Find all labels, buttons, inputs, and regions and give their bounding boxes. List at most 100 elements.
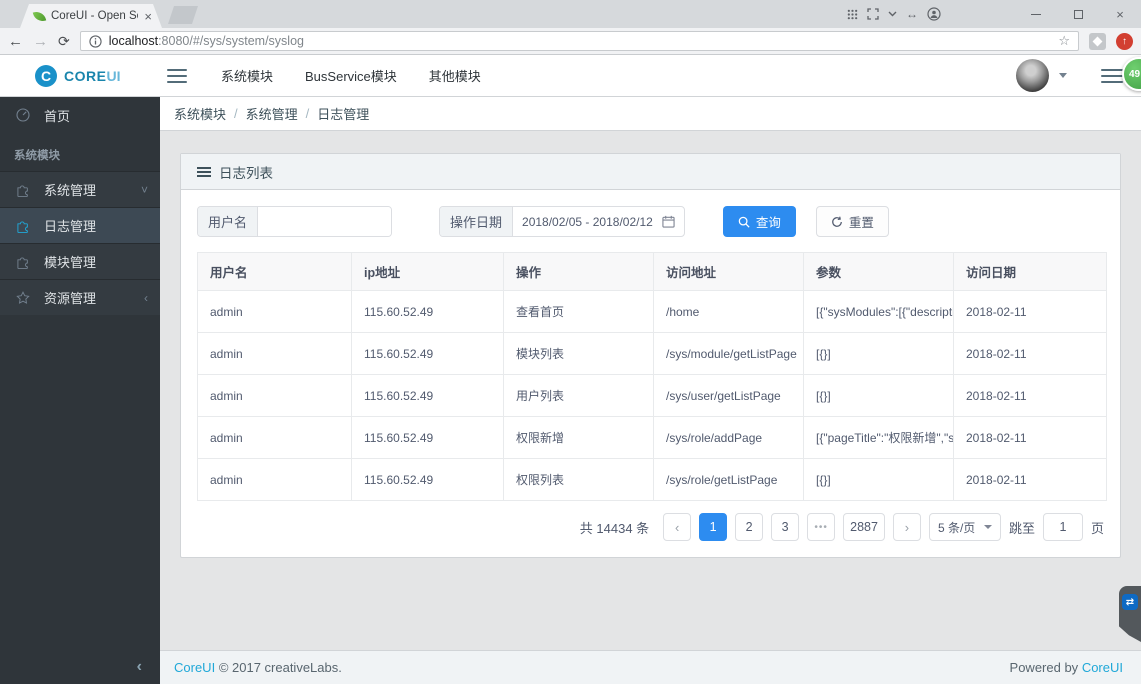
window-minimize-button[interactable] xyxy=(1015,0,1057,28)
chevron-down-icon[interactable] xyxy=(888,11,897,17)
profile-icon[interactable] xyxy=(927,7,941,21)
pagination-prev-button[interactable]: ‹ xyxy=(663,513,692,541)
cell-username: admin xyxy=(197,332,352,375)
chevron-left-icon: ‹ xyxy=(144,290,148,305)
top-nav-item[interactable]: 其他模块 xyxy=(413,66,497,85)
app-footer: CoreUI © 2017 creativeLabs. Powered by C… xyxy=(160,650,1141,684)
breadcrumb-item[interactable]: 系统管理 xyxy=(246,104,298,123)
cell-date: 2018-02-11 xyxy=(953,290,1107,333)
new-tab-button[interactable] xyxy=(168,6,198,24)
cell-username: admin xyxy=(197,416,352,459)
footer-powered-link[interactable]: CoreUI xyxy=(1082,660,1123,675)
card-title: 日志列表 xyxy=(219,165,273,181)
cell-url: /sys/role/getListPage xyxy=(653,458,804,501)
cell-params: [{}] xyxy=(803,332,954,375)
url-text: localhost:8080/#/sys/system/syslog xyxy=(109,34,1052,48)
footer-copyright: © 2017 creativeLabs. xyxy=(218,660,342,675)
log-list-card: 日志列表 用户名 操作日期 2018/02/05 - 2018/02/12 查询 xyxy=(180,153,1121,558)
coreui-logo-icon: C xyxy=(35,64,57,87)
sidebar-item-label: 资源管理 xyxy=(44,291,97,306)
sidebar-section-title: 系统模块 xyxy=(14,150,60,162)
pagination-page-1[interactable]: 1 xyxy=(699,513,728,541)
username-input[interactable] xyxy=(258,207,392,236)
footer-coreui-link[interactable]: CoreUI xyxy=(174,660,215,675)
aside-toggler-icon[interactable] xyxy=(1101,68,1123,83)
table-row[interactable]: admin 115.60.52.49 用户列表 /sys/user/getLis… xyxy=(197,374,1107,417)
cell-username: admin xyxy=(197,374,352,417)
pagination-next-button[interactable]: › xyxy=(892,513,921,541)
table-header-cell: 访问日期 xyxy=(953,252,1107,291)
url-path: :8080/#/sys/system/syslog xyxy=(158,34,304,48)
cell-date: 2018-02-11 xyxy=(953,374,1107,417)
cell-ip: 115.60.52.49 xyxy=(351,374,504,417)
breadcrumb-item[interactable]: 系统模块 xyxy=(174,104,226,123)
grid-icon[interactable] xyxy=(847,9,858,20)
reset-button[interactable]: 重置 xyxy=(815,206,889,237)
username-group: 用户名 xyxy=(197,206,393,237)
table-body: admin 115.60.52.49 查看首页 /home [{"sysModu… xyxy=(197,290,1107,501)
table-row[interactable]: admin 115.60.52.49 模块列表 /sys/module/getL… xyxy=(197,332,1107,375)
pagination-ellipsis[interactable]: ••• xyxy=(807,513,836,541)
cell-params: [{}] xyxy=(803,458,954,501)
date-range-value[interactable]: 2018/02/05 - 2018/02/12 xyxy=(513,207,662,236)
sidebar-item-module-management[interactable]: 模块管理 xyxy=(0,243,160,279)
calendar-icon[interactable] xyxy=(662,207,684,236)
window-close-button[interactable]: × xyxy=(1099,0,1141,28)
sidebar-item-label: 模块管理 xyxy=(44,255,97,270)
sidebar-item-home[interactable]: 首页 xyxy=(0,97,160,133)
breadcrumb-item-current: 日志管理 xyxy=(317,107,370,122)
puzzle-icon xyxy=(17,220,28,233)
table-row[interactable]: admin 115.60.52.49 查看首页 /home [{"sysModu… xyxy=(197,290,1107,333)
sidebar-item-log-management[interactable]: 日志管理 xyxy=(0,207,160,243)
back-button[interactable]: ← xyxy=(8,33,23,50)
search-icon xyxy=(738,216,750,228)
pagination: 共 14434 条 ‹ 1 2 3 ••• 2887 › 5 条/页 跳至 页 xyxy=(197,513,1104,541)
table-row[interactable]: admin 115.60.52.49 权限新增 /sys/role/addPag… xyxy=(197,416,1107,459)
cell-url: /home xyxy=(653,290,804,333)
user-avatar[interactable] xyxy=(1016,59,1049,92)
cell-params: [{"pageTitle":"权限新增","sy... xyxy=(803,416,954,459)
reload-button[interactable]: ⟳ xyxy=(58,33,70,50)
forward-button[interactable]: → xyxy=(33,33,48,50)
sidebar-item-system-management[interactable]: 系统管理 ˅ xyxy=(0,171,160,207)
extension-icon[interactable] xyxy=(1089,32,1106,50)
browser-tab[interactable]: CoreUI - Open Source × xyxy=(20,4,162,28)
search-button[interactable]: 查询 xyxy=(722,206,796,237)
info-icon[interactable] xyxy=(89,34,102,48)
sidebar-minimizer-button[interactable]: ‹ xyxy=(0,650,160,684)
sidebar: 首页 系统模块 系统管理 ˅ 日志管理 模块管理 资源管理 ‹ ‹ xyxy=(0,97,160,684)
page-size-select[interactable]: 5 条/页 xyxy=(928,513,1001,541)
pagination-page-3[interactable]: 3 xyxy=(771,513,800,541)
pagination-last-page[interactable]: 2887 xyxy=(843,513,885,541)
avatar-caret-icon[interactable] xyxy=(1059,73,1067,78)
pagination-total: 共 14434 条 xyxy=(579,520,650,536)
sidebar-item-label: 系统管理 xyxy=(44,183,97,198)
top-nav-item[interactable]: BusService模块 xyxy=(289,66,413,85)
sidebar-item-resource-management[interactable]: 资源管理 ‹ xyxy=(0,279,160,315)
table-row[interactable]: admin 115.60.52.49 权限列表 /sys/role/getLis… xyxy=(197,458,1107,501)
coreui-logo[interactable]: C COREUI xyxy=(35,64,155,87)
address-bar[interactable]: localhost:8080/#/sys/system/syslog ☆ xyxy=(79,31,1079,51)
date-range-group[interactable]: 操作日期 2018/02/05 - 2018/02/12 xyxy=(439,206,685,237)
resize-arrows-icon[interactable]: ↔ xyxy=(906,7,918,21)
sidebar-toggler-button[interactable] xyxy=(167,68,187,83)
cell-date: 2018-02-11 xyxy=(953,416,1107,459)
pagination-page-2[interactable]: 2 xyxy=(735,513,764,541)
jump-suffix: 页 xyxy=(1090,520,1104,536)
top-nav: 系统模块 BusService模块 其他模块 xyxy=(205,66,497,85)
top-nav-item[interactable]: 系统模块 xyxy=(205,66,289,85)
card-header: 日志列表 xyxy=(181,154,1120,190)
log-table: 用户名 ip地址 操作 访问地址 参数 访问日期 admin 115.60.52.49 查… xyxy=(197,252,1107,501)
tab-close-icon[interactable]: × xyxy=(144,10,152,23)
date-label: 操作日期 xyxy=(440,207,514,236)
browser-toolbar: ← → ⟳ localhost:8080/#/sys/system/syslog… xyxy=(0,28,1141,55)
table-header-cell: 参数 xyxy=(803,252,954,291)
window-maximize-button[interactable] xyxy=(1057,0,1099,28)
extension-update-icon[interactable]: ↑ xyxy=(1116,32,1133,50)
cell-ip: 115.60.52.49 xyxy=(351,458,504,501)
bookmark-star-icon[interactable]: ☆ xyxy=(1058,33,1070,49)
jump-page-input[interactable] xyxy=(1042,513,1083,541)
table-header-cell: 操作 xyxy=(503,252,654,291)
expand-icon[interactable] xyxy=(867,8,879,20)
cell-operation: 模块列表 xyxy=(503,332,654,375)
